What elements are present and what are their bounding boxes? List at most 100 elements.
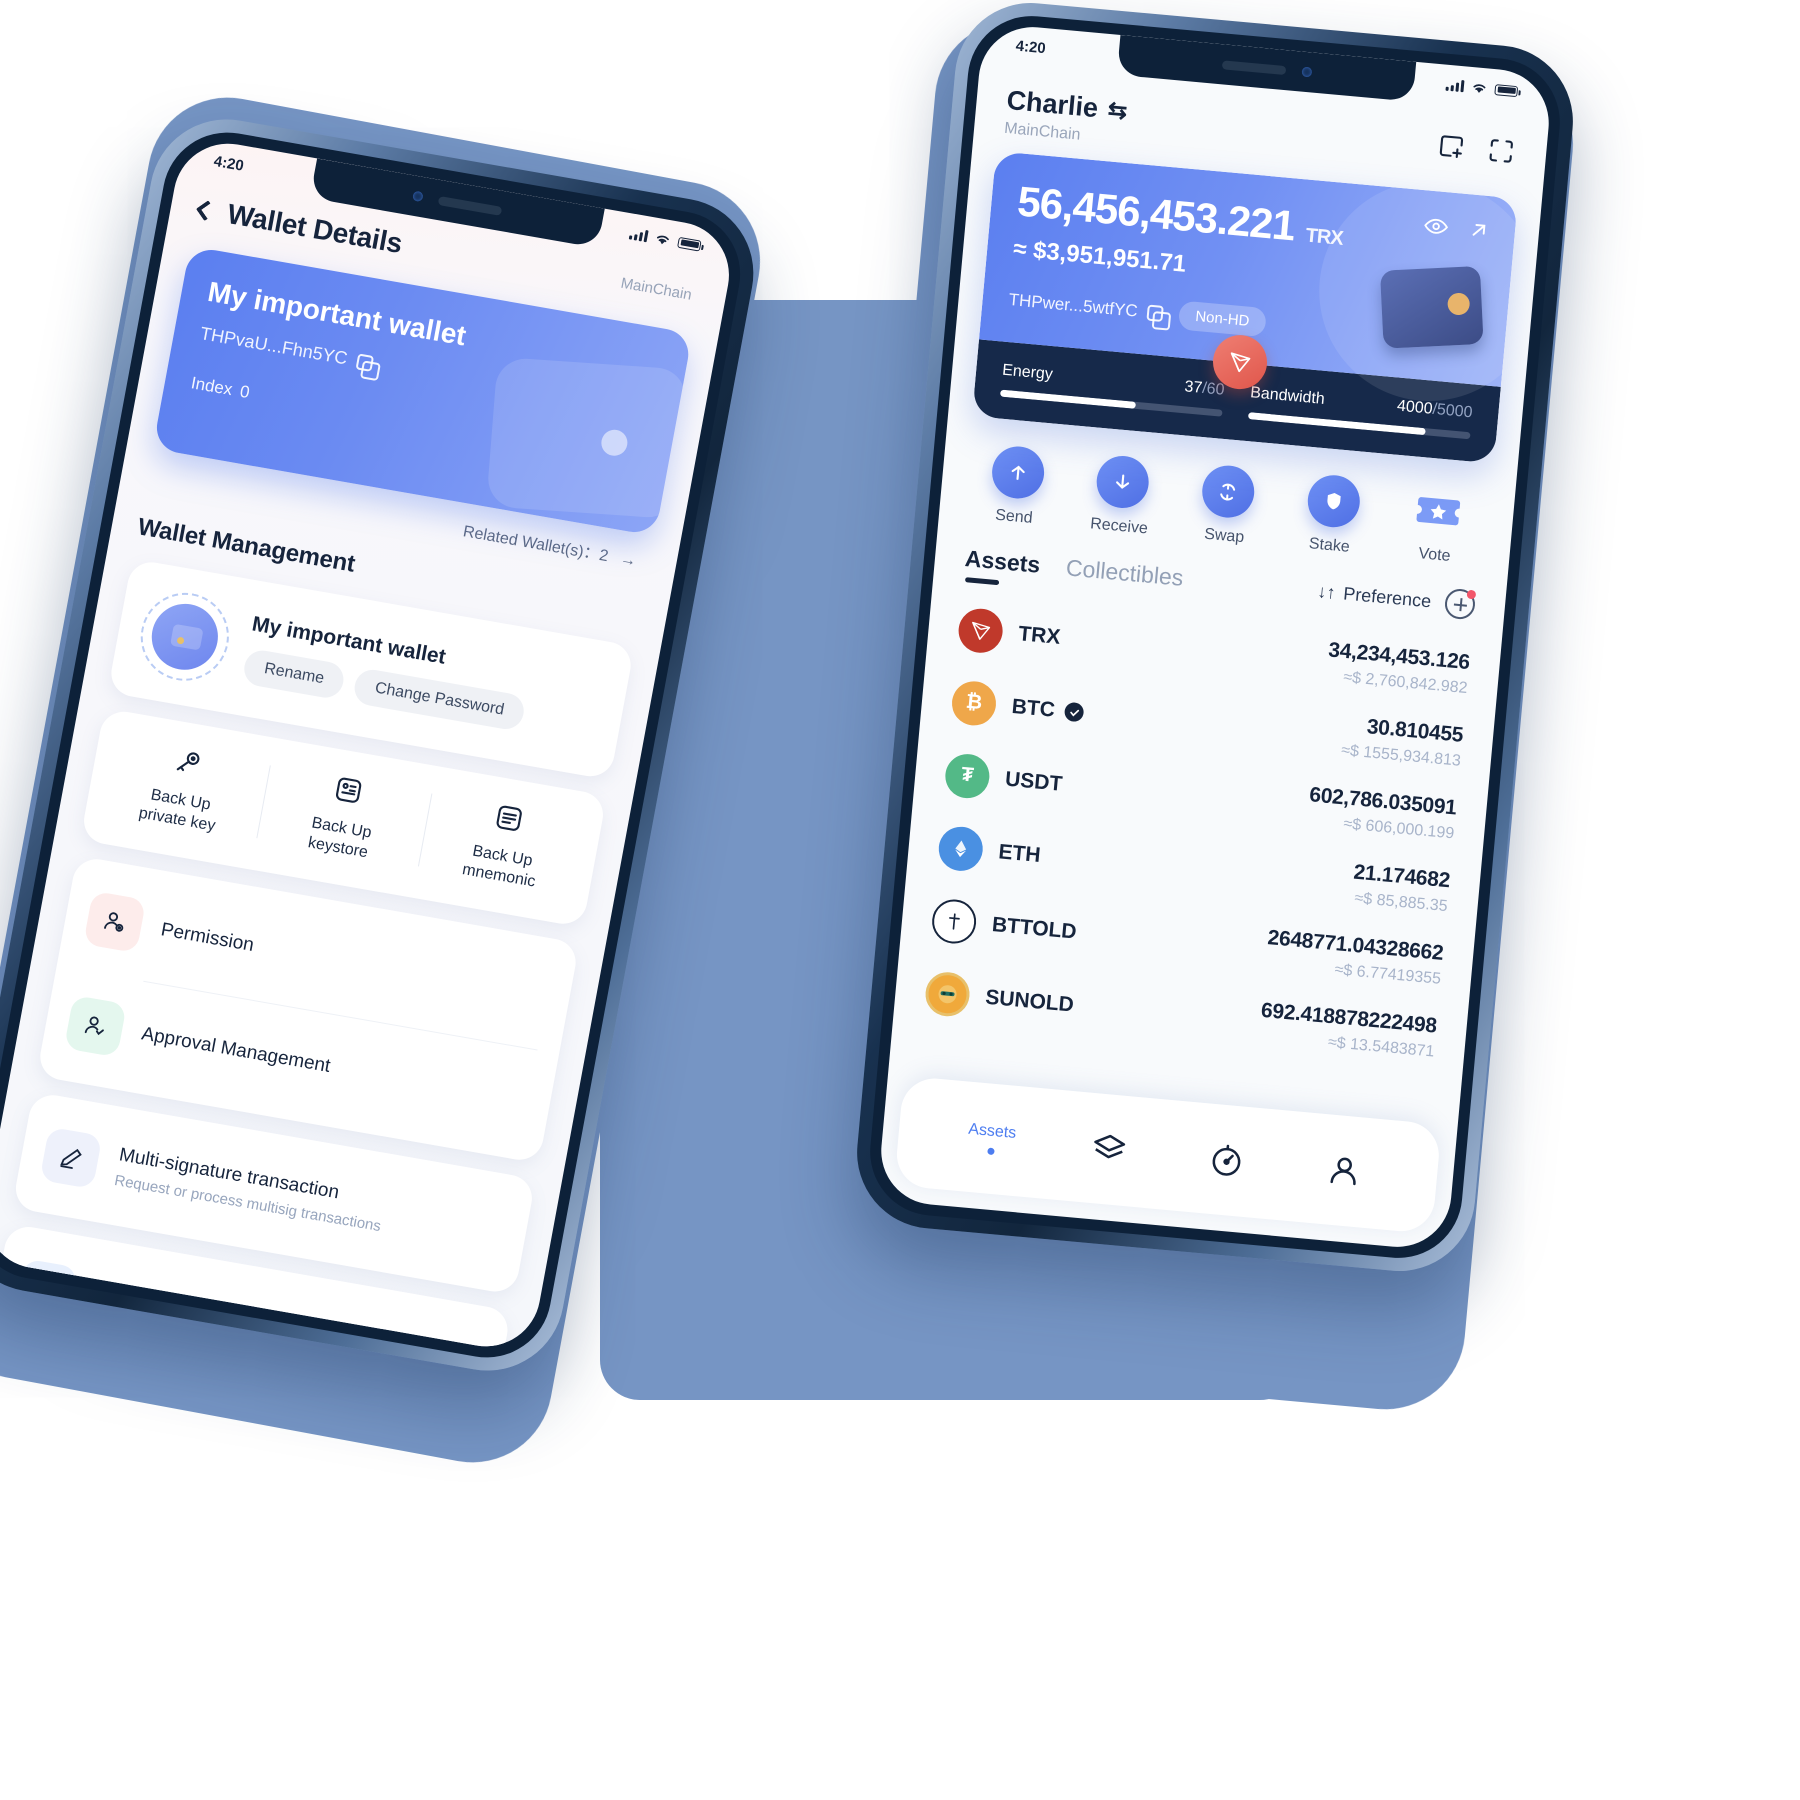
asset-symbol-group: BTC [1011,694,1085,724]
status-icons-right [1445,78,1519,97]
action-swap[interactable]: Swap [1171,461,1283,550]
chevron-left-icon[interactable] [195,199,217,221]
wallet-card-address: THPvaU...Fhn5YC [198,323,350,369]
bandwidth-label: Bandwidth [1249,384,1326,408]
eye-icon[interactable] [1422,212,1450,240]
action-receive[interactable]: Receive [1066,451,1178,540]
menu-item-approval-label: Approval Management [139,1023,333,1077]
phone-wallet-home: 4:20 Charlie ⇆ MainChain 56,456,453.221 … [850,0,1580,1278]
backup-mnemonic-button[interactable]: Back Up mnemonic [416,788,593,901]
action-stake[interactable]: Stake [1276,470,1388,559]
status-icons-left [628,227,702,252]
index-label: Index [189,373,234,400]
preference-label: Preference [1342,583,1433,611]
cellular-bars-icon [628,227,649,243]
asset-values: 21.174682 ≈$ 85,885.35 [1350,861,1451,917]
sun-coin-icon [923,969,972,1018]
asset-symbol: BTTOLD [991,912,1078,944]
related-wallets-label: Related Wallet(s)：2 [461,523,610,566]
tron-coin-icon [956,606,1005,655]
hd-status-badge: Non-HD [1178,300,1267,338]
asset-symbol: USDT [1004,767,1064,796]
action-swap-label: Swap [1203,525,1245,547]
menu-item-multisig-texts: Multi-signature transaction Request or p… [113,1144,387,1235]
action-receive-label: Receive [1089,515,1149,538]
tether-coin-icon: ₮ [943,751,992,800]
action-send-label: Send [994,506,1034,527]
action-stake-label: Stake [1308,535,1351,556]
account-name-row[interactable]: Charlie ⇆ [1005,85,1128,127]
tab-assets[interactable]: Assets [963,545,1041,589]
front-camera-icon [1301,66,1313,78]
asset-values: 30.810455 ≈$ 1555,934.813 [1340,713,1464,771]
front-camera-icon [412,190,424,203]
wallet-3d-icon [1379,265,1484,349]
verified-badge-icon [1063,701,1085,723]
scan-qr-icon[interactable] [1485,135,1518,168]
nav-profile[interactable] [1284,1147,1405,1196]
asset-symbol: SUNOLD [984,985,1075,1017]
balance-card: 56,456,453.221 TRX ≈ $3,951,951.71 THPwe… [972,151,1518,464]
energy-label: Energy [1001,361,1054,384]
battery-icon [1494,83,1519,97]
asset-values: 602,786.035091 ≈$ 606,000.199 [1306,783,1457,843]
energy-value: 37/60 [1183,378,1226,399]
wallet-card-decoration [486,356,688,520]
rename-button[interactable]: Rename [241,647,347,701]
wallet-home-body: Charlie ⇆ MainChain 56,456,453.221 TRX ≈… [877,23,1554,1252]
asset-list: TRX 34,234,453.126 ≈$ 2,760,842.982 ₿ BT… [892,579,1502,1077]
action-vote[interactable]: Vote [1381,480,1493,569]
preference-button[interactable]: ↓↑ Preference [1317,581,1432,612]
bottom-navigation: Assets [893,1075,1442,1235]
nav-assets[interactable]: Assets [931,1118,1051,1161]
nav-explore[interactable] [1166,1136,1287,1185]
phone-bezel-right: 4:20 Charlie ⇆ MainChain 56,456,453.221 … [864,10,1566,1264]
layers-icon [1094,1134,1126,1159]
arrow-right-icon: → [618,550,638,571]
copy-icon[interactable] [1146,304,1165,322]
status-time-right: 4:20 [1015,37,1047,57]
backup-keystore-button[interactable]: Back Up keystore [256,759,433,872]
account-block[interactable]: Charlie ⇆ MainChain [1003,85,1128,149]
action-send[interactable]: Send [960,442,1072,531]
chain-label[interactable]: MainChain [619,274,693,303]
wallet-address-row[interactable]: THPwer...5wtfYC [1008,289,1165,323]
shield-icon [1305,472,1362,530]
asset-usd: ≈$ 1555,934.813 [1340,741,1462,770]
screen-wallet-home: 4:20 Charlie ⇆ MainChain 56,456,453.221 … [876,22,1554,1252]
wifi-icon [657,235,669,244]
nav-layers[interactable] [1049,1125,1170,1174]
copy-icon[interactable] [355,352,375,372]
balance-unit: TRX [1304,224,1344,250]
status-time-left: 4:20 [212,152,246,175]
action-vote-label: Vote [1417,545,1452,565]
arrow-down-icon [1094,453,1152,511]
wallet-identity-texts: My important wallet Rename Change Passwo… [241,612,533,732]
wallet-address: THPwer...5wtfYC [1007,289,1139,321]
account-name: Charlie [1005,84,1100,124]
wifi-icon [1473,83,1486,93]
backup-private-key-button[interactable]: Back Up private key [95,731,272,844]
add-token-icon[interactable] [1443,587,1477,621]
add-wallet-icon[interactable] [1435,130,1468,163]
bandwidth-value: 4000/5000 [1396,397,1474,422]
sort-arrows-icon: ↓↑ [1316,580,1337,603]
earpiece-speaker [437,195,503,216]
header-icon-group [1435,130,1517,167]
nav-assets-label: Assets [967,1120,1017,1142]
profile-icon [1330,1157,1356,1186]
screenshot-stage: 4:20 Wallet Details MainChain My importa… [0,0,1800,1800]
ethereum-coin-icon [936,824,985,873]
arrow-up-right-icon[interactable] [1466,217,1492,243]
nav-active-dot [986,1147,995,1156]
asset-symbol: BTC [1010,694,1056,722]
asset-symbol: ETH [997,839,1042,867]
asset-values: 692.418878222498 ≈$ 13.5483871 [1258,999,1438,1062]
menu-item-permission-label: Permission [159,919,256,957]
permission-user-icon [83,890,147,954]
explore-icon [1212,1144,1241,1176]
switch-account-icon[interactable]: ⇆ [1107,96,1129,125]
wallet-avatar-icon[interactable] [133,585,237,688]
bittorrent-coin-icon [930,897,979,945]
resource-energy[interactable]: Energy 37/60 [999,361,1226,417]
